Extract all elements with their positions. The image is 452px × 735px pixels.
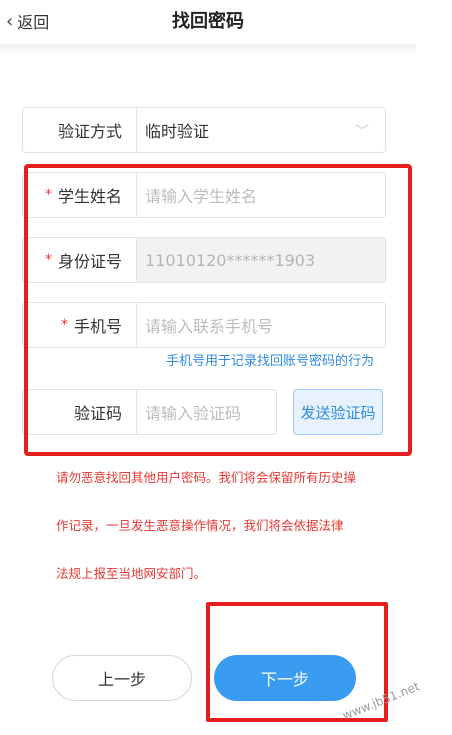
prev-step-button[interactable]: 上一步 [52,655,192,701]
page-title: 找回密码 [172,11,244,32]
verify-method-label: 验证方式 [22,107,136,153]
chevron-down-icon: ﹀ [355,124,369,140]
warning-line: 作记录，一旦发生恶意操作情况，我们将会依据法律 [56,518,344,533]
verify-method-select[interactable]: 临时验证 ﹀ [136,107,386,153]
warning-line: 请勿恶意找回其他用户密码。我们将会保留所有历史操 [56,470,357,485]
highlight-frame-form [24,164,412,456]
verify-method-value: 临时验证 [145,122,210,141]
verify-method-row: 验证方式 临时验证 ﹀ [22,107,386,153]
header-divider [0,44,416,54]
warning-text: 请勿恶意找回其他用户密码。我们将会保留所有历史操 作记录，一旦发生恶意操作情况，… [56,468,396,612]
top-bar: ‹ 返回 找回密码 [0,0,416,44]
